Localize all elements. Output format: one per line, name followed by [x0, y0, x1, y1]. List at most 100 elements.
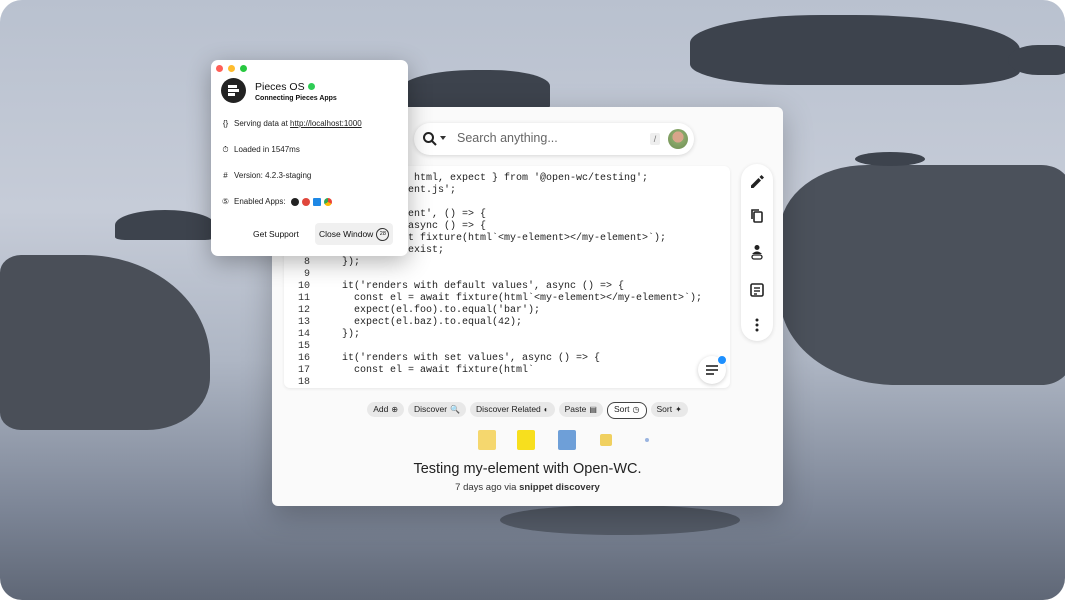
serving-row: {} Serving data at http://localhost:1000: [220, 119, 362, 128]
line-number: 10: [297, 281, 310, 292]
code-text: const el = await fixture(html`<my-elemen…: [330, 293, 703, 304]
chip-sort[interactable]: Sort ◷: [606, 402, 647, 419]
chip-label: Sort: [656, 404, 673, 414]
pieces-icon[interactable]: [290, 198, 299, 207]
snippet-meta: 7 days ago via snippet discovery: [272, 482, 783, 493]
code-line: 11 const el = await fixture(html`<my-ele…: [288, 293, 702, 305]
code-line: 18: [288, 377, 702, 388]
action-chips: Add ⊕ Discover 🔍 Discover Related ◐ Paste ▤ Sort…: [272, 402, 783, 419]
js-file-icon[interactable]: [517, 430, 535, 450]
chrome-icon[interactable]: [323, 198, 332, 207]
chip-label: Add: [373, 404, 389, 414]
ts-file-icon[interactable]: [558, 430, 576, 450]
edit-icon[interactable]: [749, 174, 765, 190]
chip-icon: ✦: [675, 405, 682, 414]
rock: [1008, 45, 1065, 75]
snippet-actions-sidebar: [741, 164, 773, 341]
chip-discover[interactable]: Discover 🔍: [408, 402, 467, 417]
chip-add[interactable]: Add ⊕: [367, 402, 405, 417]
more-icon[interactable]: [749, 317, 765, 333]
tiny-file-icon[interactable]: [645, 438, 649, 442]
rock: [400, 70, 550, 110]
line-number: 14: [297, 329, 310, 340]
chip-paste[interactable]: Paste ▤: [558, 402, 603, 417]
share-link-icon[interactable]: [749, 244, 765, 260]
js-small-file-icon[interactable]: [600, 434, 612, 446]
chip-label: Sort: [613, 404, 630, 414]
pieces-os-popup: Pieces OS Connecting Pieces Apps {} Servi…: [211, 60, 408, 256]
chip-icon: ▤: [589, 405, 597, 414]
snippet-title: Testing my-element with Open-WC.: [413, 461, 642, 477]
line-number: 15: [297, 341, 310, 352]
loaded-text: Loaded in 1547ms: [234, 145, 300, 154]
zoom-traffic-light[interactable]: [240, 65, 247, 72]
close-traffic-light[interactable]: [216, 65, 223, 72]
code-text: expect(el.baz).to.equal(42);: [330, 317, 523, 328]
code-text: });: [330, 257, 361, 268]
rock: [690, 15, 1020, 85]
snippet-source: snippet discovery: [519, 482, 600, 493]
line-number: 8: [303, 257, 310, 268]
chip-icon: 🔍: [450, 405, 461, 414]
timer-icon: ⏱: [222, 145, 229, 154]
hash-icon: #: [223, 171, 228, 180]
chip-label: Discover: [414, 404, 448, 414]
line-number: 13: [297, 317, 310, 328]
avatar[interactable]: [668, 129, 688, 149]
close-window-label: Close Window: [319, 229, 374, 239]
code-line: 8 });: [288, 257, 702, 269]
braces-icon: {}: [222, 119, 229, 128]
enabled-apps-label: Enabled Apps:: [234, 197, 286, 206]
loaded-row: ⏱ Loaded in 1547ms: [220, 145, 300, 155]
chrome-extension-icon[interactable]: [301, 198, 310, 207]
serving-label: Serving data at: [234, 119, 288, 128]
app-subtitle: Connecting Pieces Apps: [255, 95, 337, 102]
chip-icon: ◷: [632, 405, 640, 414]
vscode-icon[interactable]: [312, 198, 321, 207]
search-bar[interactable]: Search anything... /: [414, 123, 694, 155]
notification-dot: [717, 355, 727, 365]
chip-icon: ⊕: [391, 405, 399, 414]
line-number: 16: [297, 353, 310, 364]
code-line: 17 const el = await fixture(html`: [288, 365, 702, 377]
search-input[interactable]: Search anything...: [457, 131, 558, 145]
countdown-badge: 28: [376, 228, 390, 242]
notes-fab-button[interactable]: [698, 355, 727, 384]
chevron-down-icon[interactable]: [440, 136, 446, 140]
line-number: 17: [297, 365, 310, 376]
code-line: 12 expect(el.foo).to.equal('bar');: [288, 305, 702, 317]
search-icon[interactable]: [422, 131, 438, 147]
enabled-apps-list: [290, 197, 335, 207]
rock: [780, 165, 1065, 385]
code-text: it('renders with set values', async () =…: [330, 353, 601, 364]
copy-icon[interactable]: [749, 208, 765, 224]
notes-icon[interactable]: [749, 282, 765, 298]
code-text: const el = await fixture(html`: [330, 365, 535, 376]
code-line: 15: [288, 341, 702, 353]
rock: [500, 505, 740, 535]
serving-url-link[interactable]: http://localhost:1000: [290, 119, 362, 128]
code-text: });: [330, 329, 361, 340]
line-number: 11: [297, 293, 310, 304]
note-file-icon[interactable]: [478, 430, 496, 450]
pieces-logo-icon: [221, 78, 246, 103]
rock: [0, 255, 210, 430]
get-support-button[interactable]: Get Support: [253, 223, 299, 245]
version-text: Version: 4.2.3-staging: [234, 171, 312, 180]
chip-label: Discover Related: [476, 404, 541, 414]
rock: [115, 210, 215, 240]
status-online-dot: [308, 83, 315, 90]
code-text: expect(el.foo).to.equal('bar');: [330, 305, 541, 316]
line-number: 9: [303, 269, 310, 280]
minimize-traffic-light[interactable]: [228, 65, 235, 72]
chip-sort[interactable]: Sort ✦: [650, 402, 688, 417]
chip-discover-related[interactable]: Discover Related ◐: [470, 402, 555, 417]
count-icon: ⑤: [221, 197, 230, 206]
line-number: 18: [297, 377, 310, 388]
chip-label: Paste: [564, 404, 587, 414]
code-line: 16 it('renders with set values', async (…: [288, 353, 702, 365]
code-line: 10 it('renders with default values', asy…: [288, 281, 702, 293]
code-line: 9: [288, 269, 702, 281]
snippet-age: 7 days ago via: [455, 482, 517, 493]
close-window-button[interactable]: Close Window 28: [315, 223, 394, 245]
